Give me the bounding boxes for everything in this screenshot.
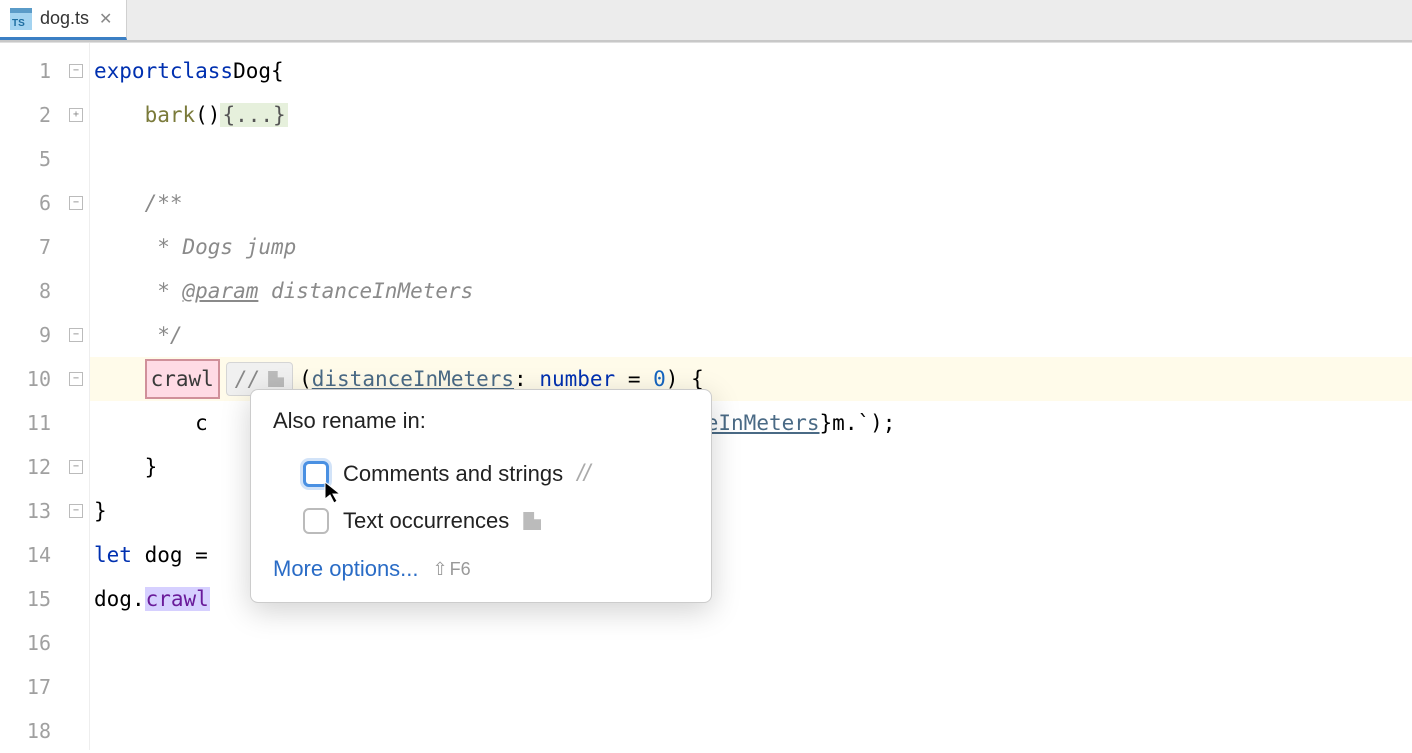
comment-icon: // — [577, 460, 590, 488]
more-options-row[interactable]: More options... ⇧F6 — [273, 556, 689, 582]
line-number: 8 — [0, 269, 89, 313]
line-number: 14 — [0, 533, 89, 577]
comment-icon: // — [235, 367, 260, 391]
mouse-cursor — [324, 481, 344, 505]
rename-options-popup: Also rename in: Comments and strings // … — [250, 389, 712, 603]
line-number: 1− — [0, 49, 89, 93]
code-line: bark() {...} — [90, 93, 1412, 137]
text-occurrence-icon — [523, 512, 541, 530]
tab-filename: dog.ts — [40, 8, 89, 29]
line-number: 17 — [0, 665, 89, 709]
line-number: 18 — [0, 709, 89, 753]
editor: 1− 2+ 5 6− 7 8 9− 10− 11 12− 13− 14 15 1… — [0, 42, 1412, 750]
code-line: * Dogs jump — [90, 225, 1412, 269]
option-label: Comments and strings — [343, 461, 563, 487]
code-line — [90, 665, 1412, 709]
folded-block[interactable]: {...} — [220, 103, 287, 127]
line-number: 9− — [0, 313, 89, 357]
shift-icon: ⇧ — [433, 559, 448, 580]
line-number: 13− — [0, 489, 89, 533]
line-number: 7 — [0, 225, 89, 269]
code-line: export class Dog { — [90, 49, 1412, 93]
line-number: 16 — [0, 621, 89, 665]
code-line — [90, 621, 1412, 665]
text-occurrence-icon — [268, 371, 284, 387]
typescript-file-icon — [10, 8, 32, 30]
file-tab[interactable]: dog.ts ✕ — [0, 0, 127, 40]
line-number: 11 — [0, 401, 89, 445]
shortcut-hint: ⇧F6 — [433, 559, 471, 580]
popup-title: Also rename in: — [273, 408, 689, 434]
rename-usage: crawl — [145, 587, 210, 611]
fold-toggle[interactable]: − — [69, 460, 83, 474]
line-number: 6− — [0, 181, 89, 225]
tab-bar: dog.ts ✕ — [0, 0, 1412, 42]
line-number: 5 — [0, 137, 89, 181]
code-line: */ — [90, 313, 1412, 357]
rename-input[interactable]: crawl — [145, 359, 220, 399]
line-number: 12− — [0, 445, 89, 489]
line-number: 15 — [0, 577, 89, 621]
fold-toggle[interactable]: − — [69, 328, 83, 342]
fold-toggle[interactable]: + — [69, 108, 83, 122]
code-line — [90, 709, 1412, 753]
close-tab-icon[interactable]: ✕ — [97, 9, 114, 29]
line-number: 10− — [0, 357, 89, 401]
fold-toggle[interactable]: − — [69, 504, 83, 518]
code-line: /** — [90, 181, 1412, 225]
fold-toggle[interactable]: − — [69, 196, 83, 210]
fold-toggle[interactable]: − — [69, 372, 83, 386]
gutter: 1− 2+ 5 6− 7 8 9− 10− 11 12− 13− 14 15 1… — [0, 43, 90, 750]
checkbox[interactable] — [303, 508, 329, 534]
fold-toggle[interactable]: − — [69, 64, 83, 78]
option-label: Text occurrences — [343, 508, 509, 534]
code-line: * @param distanceInMeters — [90, 269, 1412, 313]
code-area[interactable]: export class Dog { bark() {...} /** * Do… — [90, 43, 1412, 750]
code-line — [90, 137, 1412, 181]
line-number: 2+ — [0, 93, 89, 137]
more-options-link[interactable]: More options... — [273, 556, 419, 582]
